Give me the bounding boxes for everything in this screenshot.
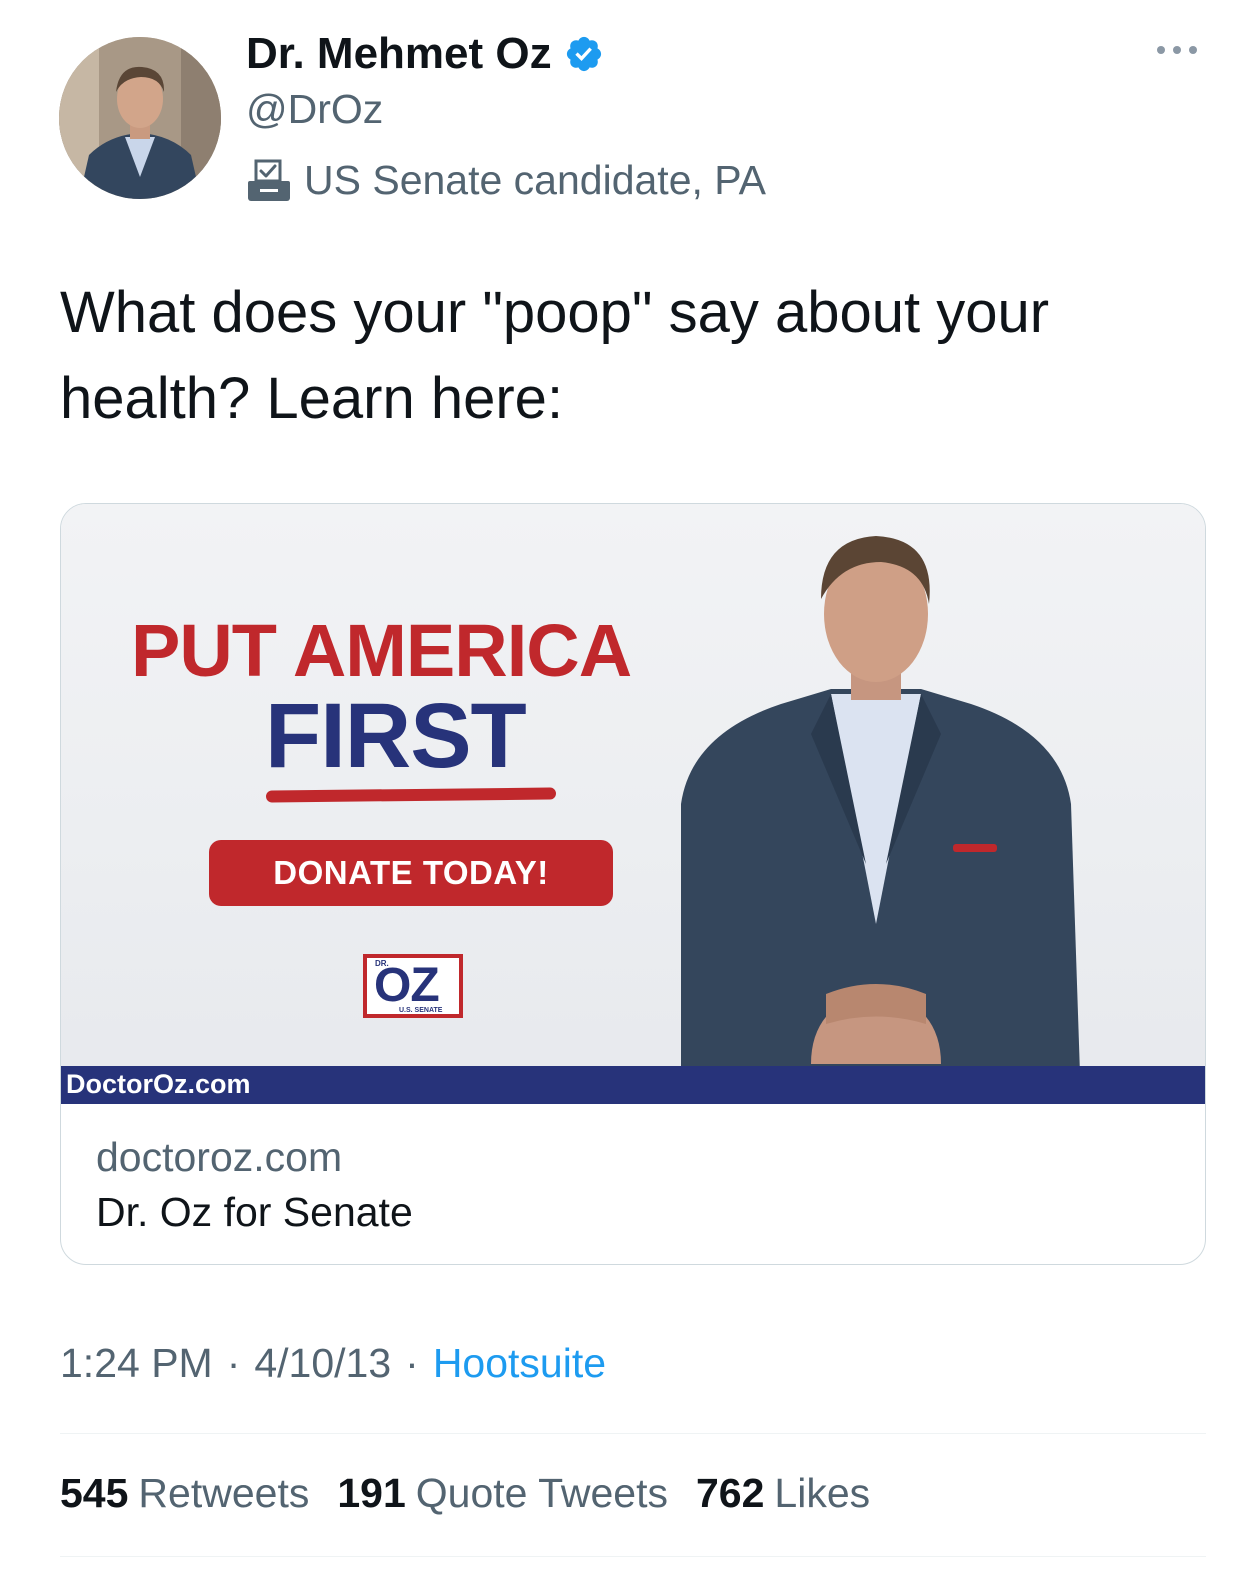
card-headline-line2: FIRST <box>265 685 527 787</box>
tweet-text: What does your "poop" say about your hea… <box>60 280 1066 431</box>
card-headline-line1: PUT AMERICA <box>131 609 632 692</box>
likes-stat[interactable]: 762 Likes <box>696 1470 870 1517</box>
divider <box>60 1556 1206 1557</box>
quote-tweets-stat[interactable]: 191 Quote Tweets <box>337 1470 668 1517</box>
retweets-stat[interactable]: 545 Retweets <box>60 1470 309 1517</box>
meta-separator: · <box>226 1340 241 1386</box>
card-image: PUT AMERICA FIRST DONATE TODAY! DR. OZ U… <box>61 504 1205 1104</box>
more-options-icon[interactable] <box>1153 36 1201 64</box>
tweet-meta: 1:24 PM · 4/10/13 · Hootsuite <box>60 1340 606 1387</box>
author-name[interactable]: Dr. Mehmet Oz <box>246 29 552 79</box>
author-name-row: Dr. Mehmet Oz <box>246 26 604 82</box>
candidate-photo <box>681 536 1081 1104</box>
retweets-label: Retweets <box>138 1470 310 1516</box>
affiliation-text: US Senate candidate, PA <box>304 156 766 203</box>
campaign-logo-text: OZ <box>374 959 440 1012</box>
campaign-logo-subtext: U.S. SENATE <box>399 1007 443 1014</box>
campaign-logo: DR. OZ U.S. SENATE <box>363 954 463 1018</box>
meta-separator: · <box>405 1340 419 1386</box>
tweet-time[interactable]: 1:24 PM <box>60 1340 213 1387</box>
author-avatar[interactable] <box>59 37 221 199</box>
tweet-source-link[interactable]: Hootsuite <box>433 1340 606 1387</box>
card-media-bar-text: DoctorOz.com <box>66 1069 251 1099</box>
headline-underline <box>265 787 557 803</box>
tweet-date[interactable]: 4/10/13 <box>254 1340 391 1387</box>
likes-label: Likes <box>774 1470 871 1516</box>
ballot-box-icon <box>248 159 290 201</box>
quote-tweets-count: 191 <box>337 1470 406 1516</box>
retweets-count: 545 <box>60 1470 129 1516</box>
author-affiliation-label: US Senate candidate, PA <box>246 152 766 208</box>
donate-banner: DONATE TODAY! <box>209 840 613 906</box>
verified-badge-icon <box>566 36 601 72</box>
likes-count: 762 <box>696 1470 765 1516</box>
divider <box>60 1433 1206 1434</box>
quote-tweets-label: Quote Tweets <box>415 1470 668 1516</box>
author-handle[interactable]: @DrOz <box>246 86 383 133</box>
link-preview-card[interactable]: PUT AMERICA FIRST DONATE TODAY! DR. OZ U… <box>60 503 1206 1265</box>
avatar-photo <box>59 37 221 199</box>
card-title: Dr. Oz for Senate <box>96 1189 413 1235</box>
card-domain: doctoroz.com <box>96 1134 343 1180</box>
tweet-stats: 545 Retweets 191 Quote Tweets 762 Likes <box>60 1470 898 1517</box>
